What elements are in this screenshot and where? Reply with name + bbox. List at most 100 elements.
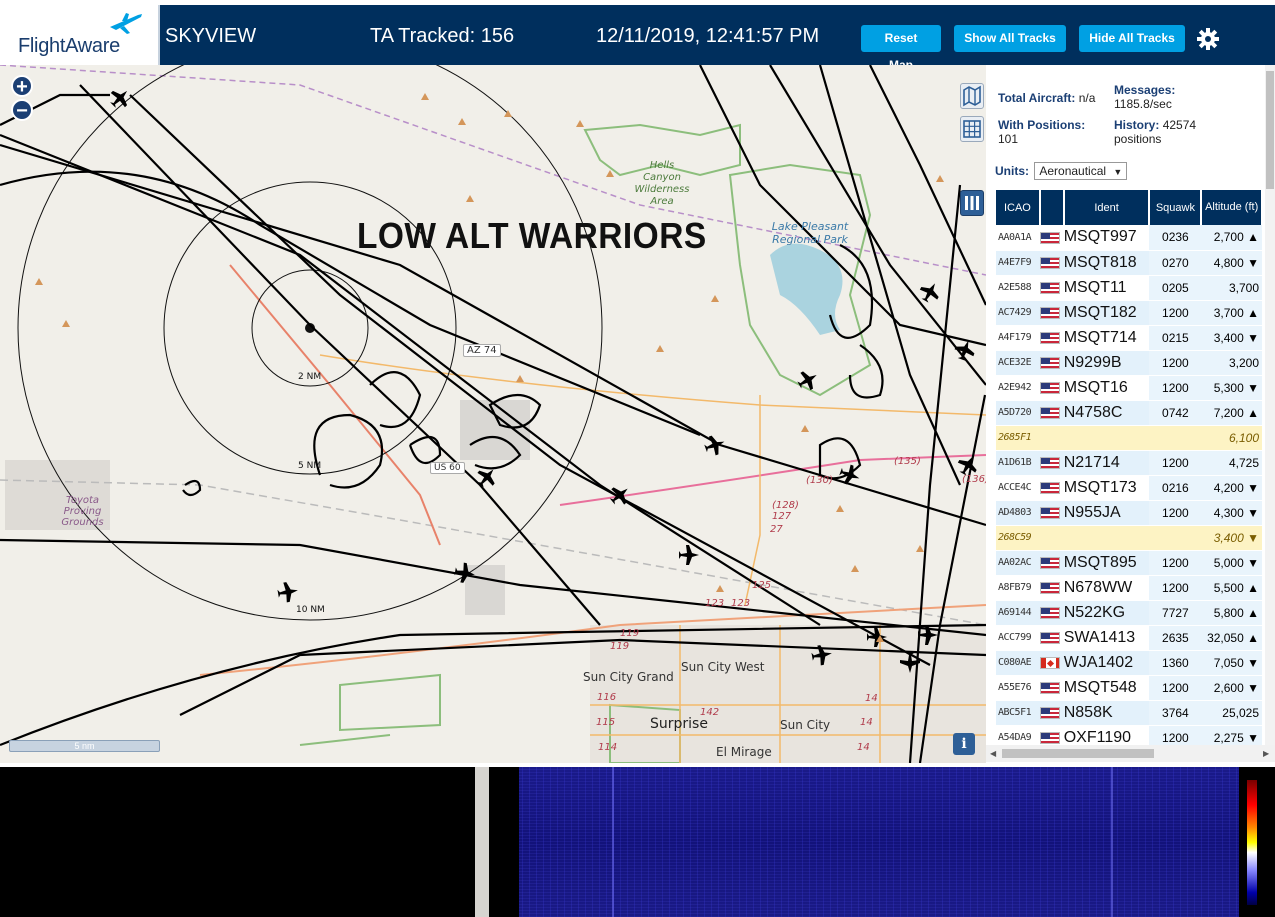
range-ring-10nm — [17, 65, 603, 621]
route-number: 127 — [772, 511, 792, 522]
cell-altitude: 4,300 ▼ — [1201, 500, 1262, 526]
table-row[interactable]: A2E942 MSQT16 1200 5,300 ▼ — [996, 375, 1262, 401]
cell-icao: A69144 — [996, 600, 1040, 626]
table-row[interactable]: C080AE WJA1402 1360 7,050 ▼ — [996, 650, 1262, 676]
table-row[interactable]: A4F179 MSQT714 0215 3,400 ▼ — [996, 325, 1262, 351]
signal-line — [1111, 767, 1113, 917]
table-row[interactable]: A1D61B N21714 1200 4,725 — [996, 450, 1262, 476]
place-lake-pleasant: Lake Pleasant Regional Park — [771, 220, 849, 246]
cell-flag — [1039, 275, 1064, 301]
us-flag-icon — [1039, 732, 1060, 745]
cell-squawk: 0270 — [1149, 250, 1202, 276]
zoom-in-button[interactable]: + — [11, 75, 33, 98]
table-row[interactable]: ACC799 SWA1413 2635 32,050 ▲ — [996, 625, 1262, 651]
sidebar-horizontal-scrollbar[interactable]: ◀ ▶ — [986, 745, 1275, 762]
table-row[interactable]: A55E76 MSQT548 1200 2,600 ▼ — [996, 675, 1262, 701]
units-stat: Units: Aeronautical ▼ — [995, 162, 1128, 180]
route-number: 123 — [705, 598, 725, 609]
table-row[interactable]: 2685F1 6,100 — [996, 425, 1262, 451]
table-row[interactable]: A5D720 N4758C 0742 7,200 ▲ — [996, 400, 1262, 426]
cell-flag — [1039, 550, 1064, 576]
aircraft-table-container[interactable]: ICAO Ident Squawk Altitude (ft) AA0A1A MS… — [996, 190, 1263, 745]
info-button[interactable]: i — [953, 733, 975, 755]
cell-icao: C080AE — [996, 650, 1040, 676]
route-number: (136) — [962, 474, 986, 485]
cell-altitude: 3,700 ▲ — [1201, 300, 1262, 326]
cell-ident: N9299B — [1063, 350, 1150, 376]
us-flag-icon — [1039, 332, 1060, 345]
reset-map-button[interactable]: Reset Map — [861, 25, 941, 72]
signal-line — [612, 767, 614, 917]
scroll-right-icon[interactable]: ▶ — [1263, 749, 1269, 758]
table-row[interactable]: A69144 N522KG 7727 5,800 ▲ — [996, 600, 1262, 626]
map-layers-button[interactable] — [960, 83, 984, 109]
column-header-ident[interactable]: Ident — [1063, 190, 1151, 225]
cell-altitude: 2,275 ▼ — [1201, 725, 1262, 745]
table-row[interactable]: A54DA9 OXF1190 1200 2,275 ▼ — [996, 725, 1262, 745]
scroll-left-icon[interactable]: ◀ — [990, 749, 996, 758]
table-row[interactable]: ACCE4C MSQT173 0216 4,200 ▼ — [996, 475, 1262, 501]
cell-squawk: 1200 — [1149, 675, 1202, 701]
cell-squawk: 1200 — [1149, 550, 1202, 576]
place-sun-city-west: Sun City West — [681, 660, 765, 674]
cell-icao: 2685F1 — [996, 425, 1040, 451]
cell-ident: MSQT182 — [1063, 300, 1150, 326]
cell-altitude: 4,800 ▼ — [1201, 250, 1262, 276]
cell-squawk: 1200 — [1149, 375, 1202, 401]
show-all-tracks-button[interactable]: Show All Tracks — [954, 25, 1066, 52]
flightaware-logo[interactable]: FlightAware — [0, 5, 160, 65]
cell-flag — [1039, 625, 1064, 651]
place-hells-canyon: Hells Canyon Wilderness Area — [634, 160, 690, 207]
road-az74 — [319, 354, 986, 416]
us-flag-icon — [1039, 257, 1060, 270]
hide-all-tracks-button[interactable]: Hide All Tracks — [1079, 25, 1185, 52]
road-us60 — [229, 264, 441, 546]
table-row[interactable]: ABC5F1 N858K 3764 25,025 — [996, 700, 1262, 726]
cell-squawk: 0215 — [1149, 325, 1202, 351]
cell-squawk — [1149, 525, 1202, 551]
messages-value: 1185.8/sec — [1114, 97, 1172, 111]
cell-squawk: 0742 — [1149, 400, 1202, 426]
skyview-app: FlightAware SKYVIEW TA Tracked: 156 12/1… — [0, 0, 1275, 917]
ring-label-2nm: 2 NM — [298, 372, 322, 382]
map-view[interactable]: LOW ALT WARRIORS 2 NM 5 NM 10 NM AZ 74 U… — [0, 65, 986, 763]
units-select[interactable]: Aeronautical ▼ — [1034, 162, 1128, 180]
sidebar-vertical-scrollbar[interactable] — [1265, 65, 1275, 745]
place-surprise: Surprise — [650, 716, 708, 732]
cell-icao: ACCE4C — [996, 475, 1040, 501]
cell-squawk: 1200 — [1149, 450, 1202, 476]
column-header-squawk[interactable]: Squawk — [1149, 190, 1203, 225]
scrollbar-thumb[interactable] — [1266, 71, 1274, 189]
toggle-columns-button[interactable] — [960, 190, 984, 216]
cell-icao: A4F179 — [996, 325, 1040, 351]
column-header-altitude[interactable]: Altitude (ft) — [1201, 190, 1263, 225]
table-row[interactable]: AA02AC MSQT895 1200 5,000 ▼ — [996, 550, 1262, 576]
cell-ident — [1063, 525, 1150, 551]
cell-flag — [1039, 600, 1064, 626]
table-row[interactable]: A8FB79 N678WW 1200 5,500 ▲ — [996, 575, 1262, 601]
table-row[interactable]: 268C59 3,400 ▼ — [996, 525, 1262, 551]
column-header-flag[interactable] — [1039, 190, 1065, 225]
zoom-out-button[interactable]: − — [11, 99, 33, 122]
scrollbar-thumb[interactable] — [1002, 749, 1154, 758]
with-positions-label: With Positions: — [998, 118, 1086, 132]
cell-icao: A8FB79 — [996, 575, 1040, 601]
column-header-icao[interactable]: ICAO — [996, 190, 1041, 225]
panel-divider[interactable] — [475, 767, 489, 917]
table-row[interactable]: AD4803 N955JA 1200 4,300 ▼ — [996, 500, 1262, 526]
route-number: (135) — [894, 456, 921, 467]
table-row[interactable]: A4E7F9 MSQT818 0270 4,800 ▼ — [996, 250, 1262, 276]
cell-altitude: 5,300 ▼ — [1201, 375, 1262, 401]
table-row[interactable]: A2E588 MSQT11 0205 3,700 — [996, 275, 1262, 301]
cell-icao: A2E588 — [996, 275, 1040, 301]
cell-altitude: 3,400 ▼ — [1201, 525, 1262, 551]
range-rings-button[interactable] — [960, 116, 984, 142]
cell-flag — [1039, 375, 1064, 401]
cell-squawk: 1200 — [1149, 350, 1202, 376]
us-flag-icon — [1039, 232, 1060, 245]
gear-icon[interactable] — [1196, 27, 1220, 51]
table-row[interactable]: ACE32E N9299B 1200 3,200 — [996, 350, 1262, 376]
table-row[interactable]: AA0A1A MSQT997 0236 2,700 ▲ — [996, 225, 1262, 251]
table-row[interactable]: AC7429 MSQT182 1200 3,700 ▲ — [996, 300, 1262, 326]
cell-altitude: 3,700 — [1201, 275, 1262, 301]
